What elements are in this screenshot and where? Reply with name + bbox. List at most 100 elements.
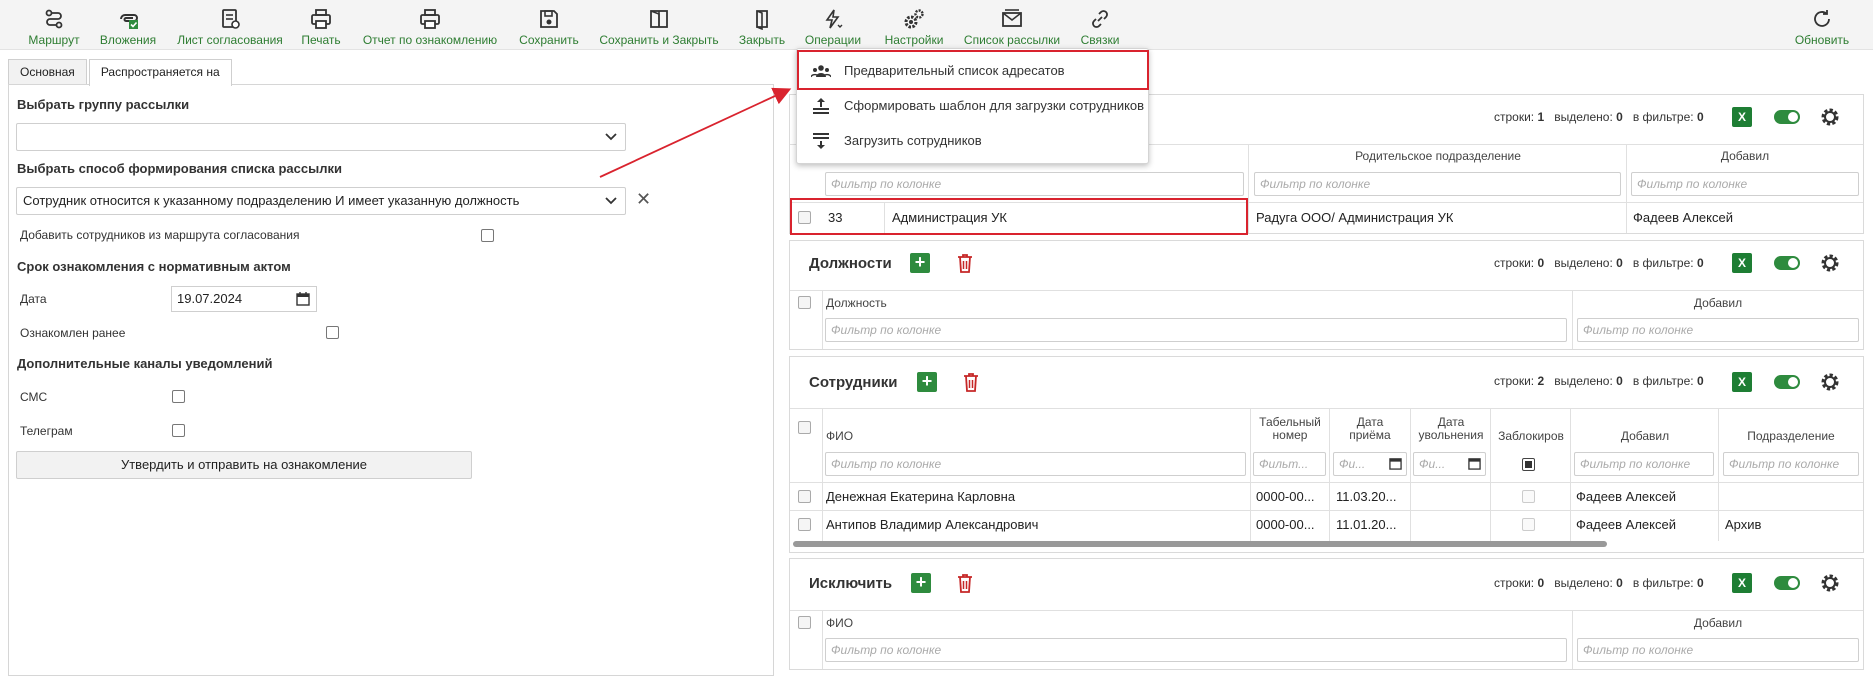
recipients-icon — [811, 65, 831, 78]
filter-input[interactable]: Фильтр по колонке — [825, 452, 1246, 476]
attachments-button[interactable]: Вложения — [98, 0, 158, 50]
gear-icon[interactable] — [1820, 372, 1840, 392]
filter-date-input[interactable]: Фи... — [1413, 452, 1486, 476]
add-employee-button[interactable]: + — [917, 372, 937, 392]
approve-send-button[interactable]: Утвердить и отправить на ознакомление — [16, 451, 472, 479]
gear-icon[interactable] — [1820, 573, 1840, 593]
divider — [1570, 409, 1571, 541]
col-hire-date[interactable]: Дата приёма — [1331, 416, 1409, 442]
trash-icon[interactable] — [956, 253, 974, 273]
employees-excel-button[interactable]: X — [1732, 372, 1752, 392]
operations-button[interactable]: Операции — [802, 0, 864, 50]
filter-input[interactable]: Фильтр по колонке — [1254, 172, 1621, 196]
trash-icon[interactable] — [956, 573, 974, 593]
tab-main[interactable]: Основная — [8, 59, 87, 85]
date-input[interactable]: 19.07.2024 — [171, 286, 317, 312]
route-button[interactable]: Маршрут — [25, 0, 83, 50]
refresh-button[interactable]: Обновить — [1792, 0, 1852, 50]
menu-item-upload-employees[interactable]: Загрузить сотрудников — [797, 124, 1150, 158]
filter-input[interactable]: Фильт... — [1253, 452, 1326, 476]
employee-fio: Денежная Екатерина Карловна — [826, 489, 1016, 504]
divider — [790, 408, 1863, 409]
select-all-checkbox[interactable] — [798, 296, 811, 309]
filter-input[interactable]: Фильтр по колонке — [1574, 452, 1714, 476]
positions-excel-button[interactable]: X — [1732, 253, 1752, 273]
save-close-button[interactable]: Сохранить и Закрыть — [598, 0, 720, 50]
col-fio[interactable]: ФИО — [826, 430, 853, 443]
col-added[interactable]: Добавил — [1574, 617, 1862, 630]
list-method-select[interactable]: Сотрудник относится к указанному подразд… — [16, 187, 626, 215]
menu-item-recipients-preview[interactable]: Предварительный список адресатов — [797, 54, 1150, 88]
col-department[interactable]: Подразделение — [1720, 430, 1862, 443]
exclude-excel-button[interactable]: X — [1732, 573, 1752, 593]
calendar-icon[interactable] — [1468, 457, 1481, 470]
add-from-route-checkbox[interactable] — [481, 229, 494, 242]
divider — [790, 202, 1863, 203]
acquainted-checkbox[interactable] — [326, 326, 339, 339]
filter-input[interactable]: Фильтр по колонке — [1577, 318, 1859, 342]
positions-toggle[interactable] — [1774, 256, 1800, 270]
calendar-icon[interactable] — [1389, 457, 1402, 470]
col-added[interactable]: Добавил — [1572, 430, 1718, 443]
filter-input[interactable]: Фильтр по колонке — [1577, 638, 1859, 662]
filter-input[interactable]: Фильтр по колонке — [825, 318, 1567, 342]
links-icon — [1092, 10, 1108, 28]
date-value: 19.07.2024 — [177, 291, 243, 306]
row-checkbox[interactable] — [798, 490, 811, 503]
toolbar: Маршрут Вложения Лист согласования Печат… — [0, 0, 1873, 50]
mailing-group-select[interactable] — [16, 123, 626, 151]
filter-input[interactable]: Фильтр по колонке — [1631, 172, 1859, 196]
col-blocked[interactable]: Заблокиров — [1493, 430, 1569, 443]
horizontal-scrollbar[interactable] — [793, 541, 1607, 547]
filter-input[interactable]: Фильтр по колонке — [825, 172, 1244, 196]
filter-input[interactable]: Фильтр по колонке — [1723, 452, 1859, 476]
add-exclusion-button[interactable]: + — [911, 573, 931, 593]
col-parent-dept[interactable]: Родительское подразделение — [1250, 150, 1626, 163]
row-checkbox[interactable] — [798, 211, 811, 224]
menu-item-generate-template[interactable]: Сформировать шаблон для загрузки сотрудн… — [797, 89, 1150, 123]
settings-button[interactable]: Настройки — [882, 0, 946, 50]
links-button[interactable]: Связки — [1078, 0, 1122, 50]
calendar-icon[interactable] — [296, 292, 310, 306]
menu-item-label: Загрузить сотрудников — [844, 133, 982, 148]
divider — [822, 291, 823, 349]
select-all-checkbox[interactable] — [798, 616, 811, 629]
approval-sheet-button[interactable]: Лист согласования — [175, 0, 285, 50]
deadline-title: Срок ознакомления с нормативным актом — [17, 259, 291, 274]
employees-toggle[interactable] — [1774, 375, 1800, 389]
operations-icon — [825, 9, 843, 29]
select-all-checkbox[interactable] — [798, 421, 811, 434]
departments-excel-button[interactable]: X — [1732, 107, 1752, 127]
blocked-filter-checkbox[interactable] — [1522, 458, 1535, 471]
add-position-button[interactable]: + — [910, 253, 930, 273]
filter-date-input[interactable]: Фи... — [1333, 452, 1407, 476]
print-button[interactable]: Печать — [300, 0, 342, 50]
col-tab-number[interactable]: Табельный номер — [1252, 416, 1328, 442]
col-added[interactable]: Добавил — [1574, 297, 1862, 310]
col-fio[interactable]: ФИО — [826, 617, 853, 630]
gear-icon[interactable] — [1820, 107, 1840, 127]
trash-icon[interactable] — [962, 372, 980, 392]
template-upload-icon — [813, 98, 829, 114]
tab-applies-to[interactable]: Распространяется на — [88, 59, 232, 86]
col-added[interactable]: Добавил — [1628, 150, 1862, 163]
employee-hire: 11.03.20... — [1336, 489, 1397, 504]
acquaintance-report-button[interactable]: Отчет по ознакомлению — [360, 0, 500, 50]
mailing-list-button[interactable]: Список рассылки — [962, 0, 1062, 50]
save-button[interactable]: Сохранить — [518, 0, 580, 50]
divider — [1718, 409, 1719, 541]
row-checkbox[interactable] — [798, 518, 811, 531]
close-button[interactable]: Закрыть — [738, 0, 786, 50]
filter-input[interactable]: Фильтр по колонке — [825, 638, 1567, 662]
sms-checkbox[interactable] — [172, 390, 185, 403]
print-report-icon — [420, 9, 440, 29]
departments-toggle[interactable] — [1774, 110, 1800, 124]
col-position[interactable]: Должность — [826, 297, 887, 310]
exclude-toggle[interactable] — [1774, 576, 1800, 590]
col-fire-date[interactable]: Дата увольнения — [1412, 416, 1490, 442]
gear-icon[interactable] — [1820, 253, 1840, 273]
settings-icon — [904, 9, 924, 29]
divider — [1490, 409, 1491, 541]
clear-method-icon[interactable]: ✕ — [636, 189, 651, 210]
telegram-checkbox[interactable] — [172, 424, 185, 437]
